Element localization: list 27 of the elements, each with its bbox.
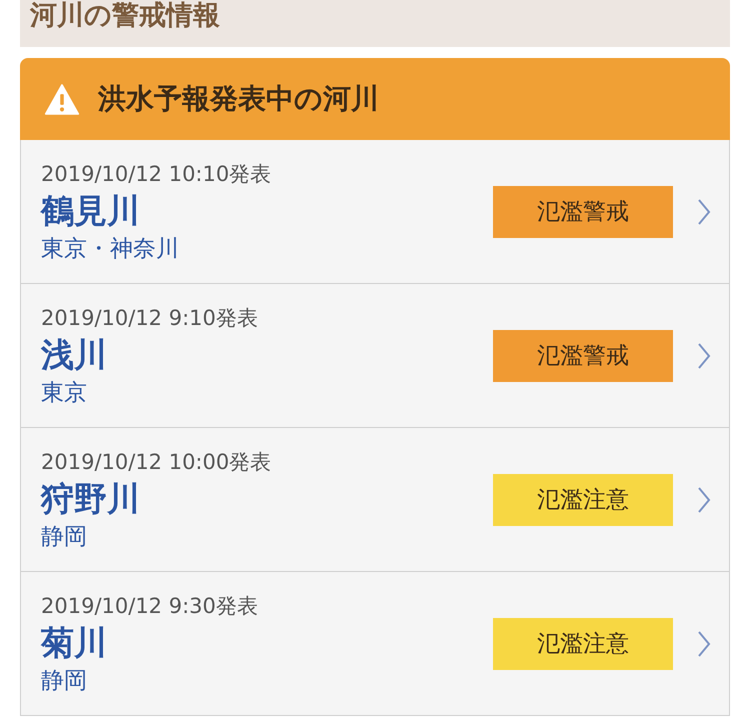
river-name: 鶴見川 (41, 190, 140, 232)
issued-time: 2019/10/12 10:10発表 (41, 160, 272, 188)
river-item[interactable]: 2019/10/12 9:30発表 菊川 静岡 氾濫注意 (20, 572, 730, 716)
river-name: 狩野川 (41, 478, 140, 520)
river-item[interactable]: 2019/10/12 10:10発表 鶴見川 東京・神奈川 氾濫警戒 (20, 140, 730, 284)
card-title: 洪水予報発表中の河川 (98, 81, 379, 117)
river-item[interactable]: 2019/10/12 9:10発表 浅川 東京 氾濫警戒 (20, 284, 730, 428)
chevron-right-icon (697, 342, 711, 370)
issued-time: 2019/10/12 9:10発表 (41, 304, 258, 332)
region-name: 東京 (41, 378, 87, 408)
river-name: 浅川 (41, 334, 107, 376)
status-badge: 氾濫警戒 (493, 186, 673, 238)
issued-time: 2019/10/12 10:00発表 (41, 448, 272, 476)
region-name: 東京・神奈川 (41, 234, 179, 264)
region-name: 静岡 (41, 522, 87, 552)
river-item[interactable]: 2019/10/12 10:00発表 狩野川 静岡 氾濫注意 (20, 428, 730, 572)
issued-time: 2019/10/12 9:30発表 (41, 592, 258, 620)
chevron-right-icon (697, 630, 711, 658)
region-name: 静岡 (41, 666, 87, 696)
status-badge: 氾濫注意 (493, 618, 673, 670)
warning-icon (44, 82, 80, 116)
status-badge: 氾濫警戒 (493, 330, 673, 382)
river-name: 菊川 (41, 622, 107, 664)
chevron-right-icon (697, 198, 711, 226)
section-title: 河川の警戒情報 (30, 0, 220, 32)
status-badge: 氾濫注意 (493, 474, 673, 526)
chevron-right-icon (697, 486, 711, 514)
